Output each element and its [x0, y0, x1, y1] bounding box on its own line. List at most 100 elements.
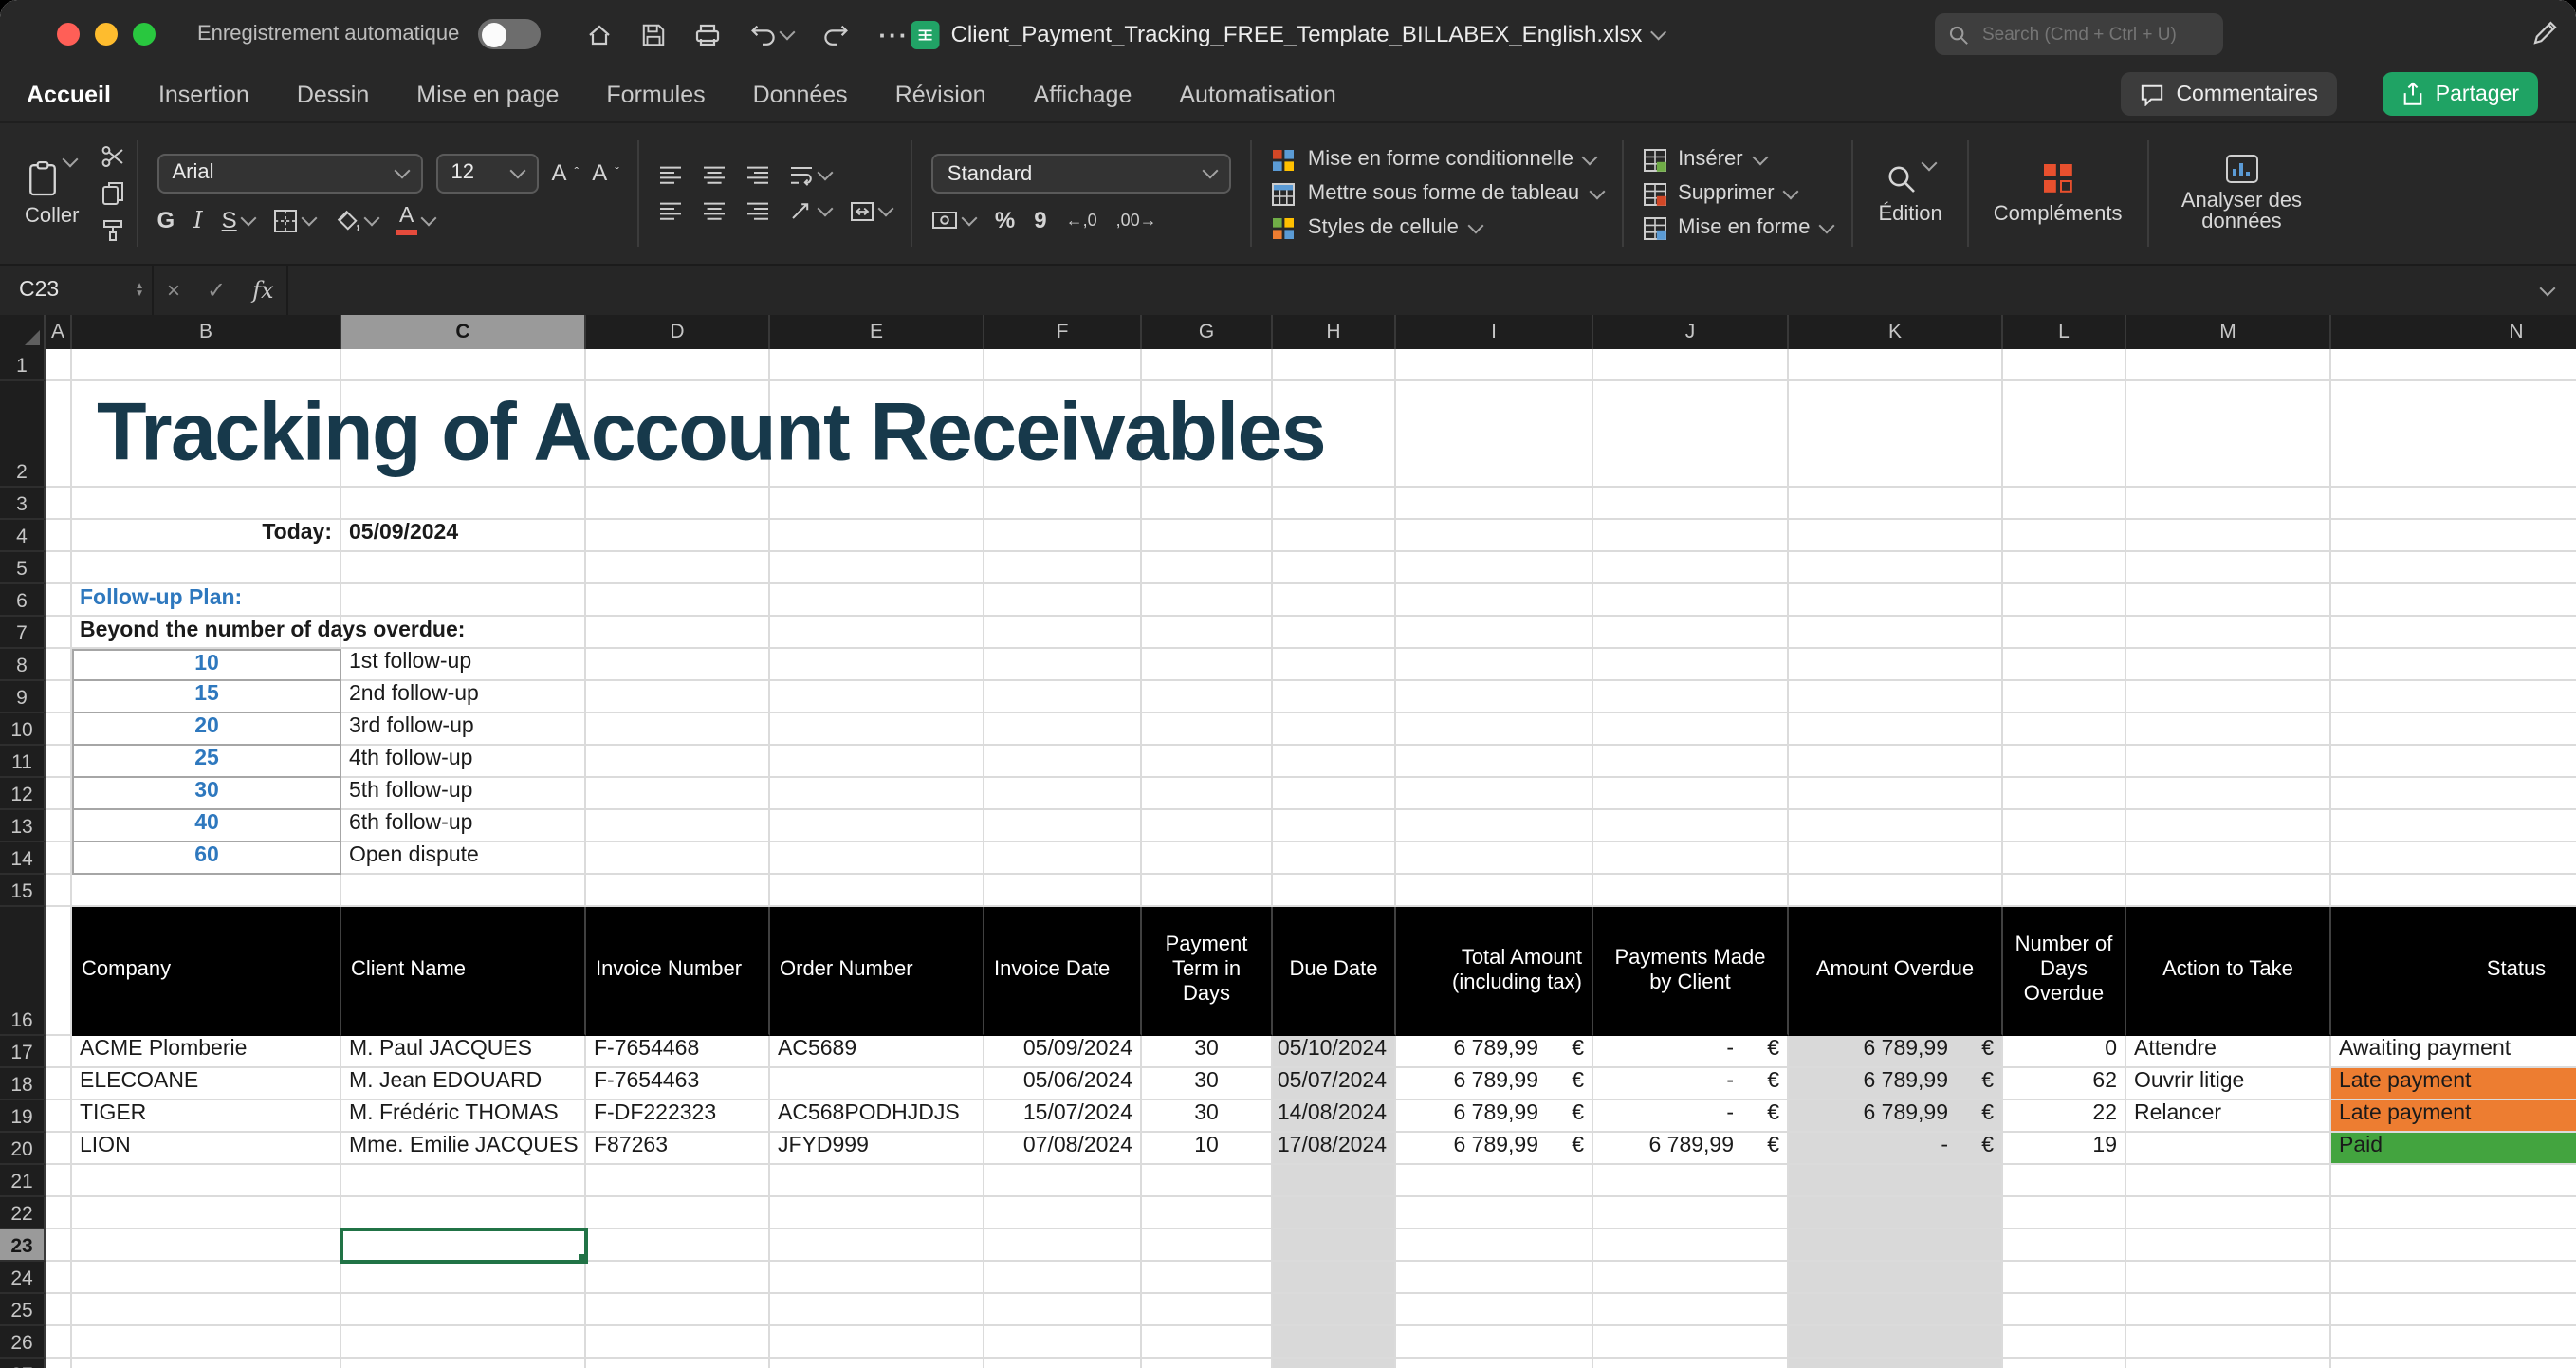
- selected-cell-C23[interactable]: [341, 1229, 586, 1262]
- cell-E24[interactable]: [770, 1262, 984, 1294]
- cell-D20[interactable]: F87263: [586, 1133, 770, 1165]
- cell-J26[interactable]: [1593, 1326, 1789, 1359]
- cell-F10[interactable]: [984, 713, 1142, 746]
- cell-M25[interactable]: [2126, 1294, 2331, 1326]
- row-header-13[interactable]: 13: [0, 810, 46, 842]
- cell-M20[interactable]: [2126, 1133, 2331, 1165]
- cell-E7[interactable]: [770, 617, 984, 649]
- cell-I26[interactable]: [1396, 1326, 1593, 1359]
- row-header-7[interactable]: 7: [0, 617, 46, 649]
- cell-L22[interactable]: [2003, 1197, 2126, 1229]
- cell-N25[interactable]: [2331, 1294, 2576, 1326]
- cell-I13[interactable]: [1396, 810, 1593, 842]
- cell-G14[interactable]: [1142, 842, 1273, 875]
- cell-M27[interactable]: [2126, 1359, 2331, 1368]
- cell-K27[interactable]: [1789, 1359, 2003, 1368]
- cell-J22[interactable]: [1593, 1197, 1789, 1229]
- column-header-L[interactable]: L: [2003, 315, 2126, 349]
- column-header-F[interactable]: F: [984, 315, 1142, 349]
- cell-I27[interactable]: [1396, 1359, 1593, 1368]
- cell-K11[interactable]: [1789, 746, 2003, 778]
- cell-G25[interactable]: [1142, 1294, 1273, 1326]
- cell-K18[interactable]: 6 789,99€: [1789, 1068, 2003, 1100]
- cell-L13[interactable]: [2003, 810, 2126, 842]
- cell-G8[interactable]: [1142, 649, 1273, 681]
- cell-L25[interactable]: [2003, 1294, 2126, 1326]
- borders-button[interactable]: [273, 208, 315, 232]
- cell-C13[interactable]: 6th follow-up: [341, 810, 586, 842]
- cell-G26[interactable]: [1142, 1326, 1273, 1359]
- cell-N12[interactable]: [2331, 778, 2576, 810]
- cell-B3[interactable]: [72, 488, 341, 520]
- cell-B8[interactable]: 10: [72, 649, 341, 681]
- cell-N24[interactable]: [2331, 1262, 2576, 1294]
- cell-K7[interactable]: [1789, 617, 2003, 649]
- autosave-toggle[interactable]: [478, 19, 541, 49]
- cell-J17[interactable]: -€: [1593, 1036, 1789, 1068]
- draw-pencil-icon[interactable]: [2530, 19, 2559, 47]
- cell-A24[interactable]: [46, 1262, 72, 1294]
- cell-N9[interactable]: [2331, 681, 2576, 713]
- column-header-I[interactable]: I: [1396, 315, 1593, 349]
- cell-L20[interactable]: 19: [2003, 1133, 2126, 1165]
- cell-K9[interactable]: [1789, 681, 2003, 713]
- cell-L27[interactable]: [2003, 1359, 2126, 1368]
- cell-G9[interactable]: [1142, 681, 1273, 713]
- cell-B5[interactable]: [72, 552, 341, 584]
- cell-F27[interactable]: [984, 1359, 1142, 1368]
- cell-E8[interactable]: [770, 649, 984, 681]
- insert-function-icon[interactable]: fx: [239, 277, 286, 304]
- cell-M19[interactable]: Relancer: [2126, 1100, 2331, 1133]
- cell-N15[interactable]: [2331, 875, 2576, 907]
- cell-D18[interactable]: F-7654463: [586, 1068, 770, 1100]
- cell-I20[interactable]: 6 789,99€: [1396, 1133, 1593, 1165]
- decrease-font-button[interactable]: Aˇ: [592, 159, 619, 186]
- cell-K19[interactable]: 6 789,99€: [1789, 1100, 2003, 1133]
- cell-M26[interactable]: [2126, 1326, 2331, 1359]
- cell-A1[interactable]: [46, 349, 72, 381]
- cell-F22[interactable]: [984, 1197, 1142, 1229]
- search-input[interactable]: [1978, 22, 2210, 46]
- addins-button[interactable]: Compléments: [1980, 161, 2136, 226]
- cell-I5[interactable]: [1396, 552, 1593, 584]
- cell-G4[interactable]: [1142, 520, 1273, 552]
- row-header-15[interactable]: 15: [0, 875, 46, 907]
- cell-E1[interactable]: [770, 349, 984, 381]
- cell-J18[interactable]: -€: [1593, 1068, 1789, 1100]
- enter-icon[interactable]: ✓: [193, 277, 239, 304]
- cell-E17[interactable]: AC5689: [770, 1036, 984, 1068]
- cell-M23[interactable]: [2126, 1229, 2331, 1262]
- cell-J25[interactable]: [1593, 1294, 1789, 1326]
- cell-D14[interactable]: [586, 842, 770, 875]
- cell-I1[interactable]: [1396, 349, 1593, 381]
- cell-K12[interactable]: [1789, 778, 2003, 810]
- cell-H4[interactable]: [1273, 520, 1396, 552]
- cell-C25[interactable]: [341, 1294, 586, 1326]
- cell-G7[interactable]: [1142, 617, 1273, 649]
- document-title-group[interactable]: Client_Payment_Tracking_FREE_Template_BI…: [911, 0, 1665, 68]
- cell-B26[interactable]: [72, 1326, 341, 1359]
- cell-B1[interactable]: [72, 349, 341, 381]
- cell-I2[interactable]: [1396, 381, 1593, 488]
- cell-H18[interactable]: 05/07/2024: [1273, 1068, 1396, 1100]
- orientation-button[interactable]: [790, 199, 832, 222]
- cell-D16[interactable]: Invoice Number: [586, 907, 770, 1036]
- cell-K5[interactable]: [1789, 552, 2003, 584]
- cell-N14[interactable]: [2331, 842, 2576, 875]
- home-icon[interactable]: [586, 21, 613, 47]
- cell-D5[interactable]: [586, 552, 770, 584]
- cell-G21[interactable]: [1142, 1165, 1273, 1197]
- row-header-4[interactable]: 4: [0, 520, 46, 552]
- cell-J19[interactable]: -€: [1593, 1100, 1789, 1133]
- conditional-formatting-button[interactable]: Mise en forme conditionnelle: [1272, 147, 1602, 172]
- cell-B25[interactable]: [72, 1294, 341, 1326]
- cell-F7[interactable]: [984, 617, 1142, 649]
- redo-button[interactable]: [821, 22, 850, 46]
- cell-B6[interactable]: Follow-up Plan:: [72, 584, 341, 617]
- cell-A19[interactable]: [46, 1100, 72, 1133]
- cell-L16[interactable]: Number of Days Overdue: [2003, 907, 2126, 1036]
- cell-A4[interactable]: [46, 520, 72, 552]
- cell-A7[interactable]: [46, 617, 72, 649]
- cell-N13[interactable]: [2331, 810, 2576, 842]
- cell-F21[interactable]: [984, 1165, 1142, 1197]
